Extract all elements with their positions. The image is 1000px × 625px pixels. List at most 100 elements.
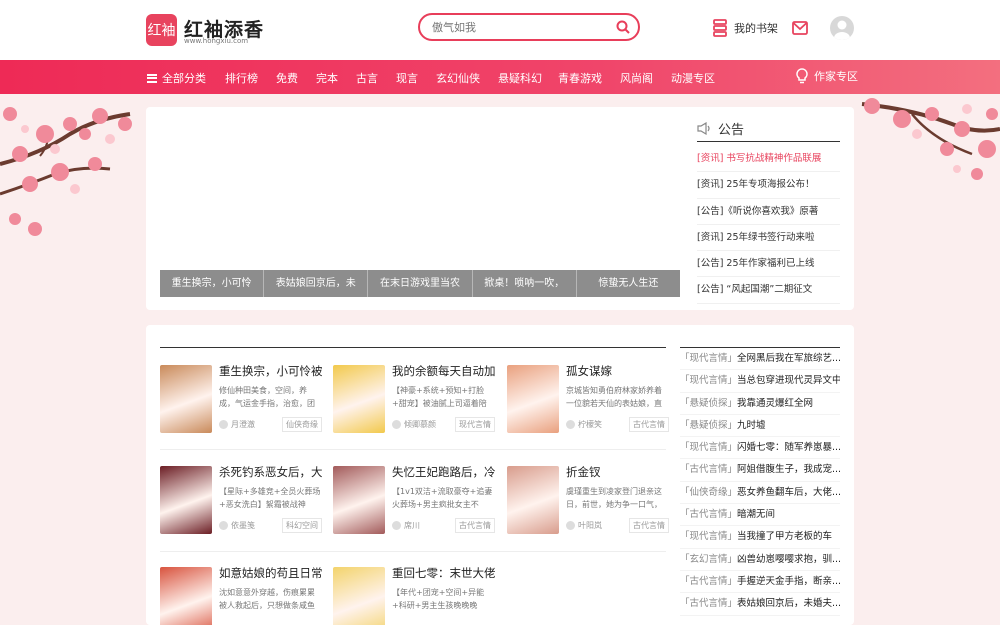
ranking-item[interactable]: 「现代言情」当总包穿进现代灵异文中 xyxy=(680,370,840,393)
ranking-category[interactable]: 「古代言情」 xyxy=(680,576,737,587)
book-cover[interactable] xyxy=(160,567,212,625)
book-title[interactable]: 孤女谋嫁 xyxy=(566,363,669,379)
book-card[interactable]: 杀死钓系恶女后，大 【星际+多雄竞+全员火葬场+恶女洗白】絮霜被战神 依墨笺 科幻空间 xyxy=(160,464,322,546)
notice-item[interactable]: [公告] 25年作家福利已上线 xyxy=(697,251,840,278)
book-title[interactable]: 重回七零：末世大佬 xyxy=(392,565,495,581)
nav-item-ancient[interactable]: 古言 xyxy=(356,70,378,86)
nav-item-anime[interactable]: 动漫专区 xyxy=(671,70,715,86)
book-author[interactable]: 叶阳岚 xyxy=(566,520,602,531)
book-card[interactable]: 孤女谋嫁 京城皆知勇伯府林家娇养着一位貌若天仙的表姑娘，直 柠檬笑 古代言情 xyxy=(507,363,669,445)
ranking-title[interactable]: 手握逆天金手指，断亲... xyxy=(737,576,840,587)
ranking-item[interactable]: 「现代言情」闪婚七零：随军养崽暴... xyxy=(680,437,840,460)
book-title[interactable]: 我的余额每天自动加 xyxy=(392,363,495,379)
bookshelf-link[interactable]: 我的书架 xyxy=(712,19,778,37)
notice-item[interactable]: [资讯] 25年专项海报公布！ xyxy=(697,172,840,199)
book-author[interactable]: 倾卿慕颜 xyxy=(392,419,436,430)
book-author[interactable]: 席川 xyxy=(392,520,420,531)
mail-icon[interactable] xyxy=(792,21,808,35)
nav-item-ranking[interactable]: 排行榜 xyxy=(225,70,258,86)
banner-tab[interactable]: 重生换宗，小可怜 xyxy=(160,270,265,297)
nav-all-categories[interactable]: 全部分类 xyxy=(147,70,206,86)
book-genre-tag[interactable]: 仙侠奇缘 xyxy=(282,417,322,432)
nav-item-modern[interactable]: 现言 xyxy=(396,70,418,86)
book-cover[interactable] xyxy=(333,365,385,433)
nav-writer-zone[interactable]: 作家专区 xyxy=(795,68,858,84)
ranking-item[interactable]: 「仙侠奇缘」恶女养鱼翻车后，大佬... xyxy=(680,482,840,505)
book-author[interactable]: 月澄澈 xyxy=(219,419,255,430)
nav-item-fashion[interactable]: 风尚阁 xyxy=(620,70,653,86)
ranking-item[interactable]: 「玄幻言情」凶兽幼崽嘤嘤求抱，驯... xyxy=(680,549,840,571)
book-cover[interactable] xyxy=(507,365,559,433)
book-title[interactable]: 折金钗 xyxy=(566,464,669,480)
book-cover[interactable] xyxy=(333,567,385,625)
book-genre-tag[interactable]: 古代言情 xyxy=(629,518,669,533)
book-cover[interactable] xyxy=(333,466,385,534)
banner-tab[interactable]: 在末日游戏里当农 xyxy=(368,270,473,297)
notice-item[interactable]: [资讯] 25年绿书签行动来啦 xyxy=(697,225,840,252)
ranking-title[interactable]: 表姑娘回京后，未婚夫... xyxy=(737,598,840,609)
book-cover[interactable] xyxy=(507,466,559,534)
ranking-category[interactable]: 「仙侠奇缘」 xyxy=(680,487,737,498)
book-cover[interactable] xyxy=(160,365,212,433)
ranking-title[interactable]: 当总包穿进现代灵异文中 xyxy=(737,375,840,386)
ranking-category[interactable]: 「现代言情」 xyxy=(680,353,737,364)
book-title[interactable]: 重生换宗，小可怜被 xyxy=(219,363,322,379)
ranking-item[interactable]: 「现代言情」当我撞了甲方老板的车 xyxy=(680,526,840,549)
book-card[interactable]: 折金钗 虞瑾重生到凌家登门退亲这日，前世，她为争一口气， 叶阳岚 古代言情 xyxy=(507,464,669,546)
logo-mark[interactable]: 红袖 xyxy=(146,14,177,46)
ranking-title[interactable]: 闪婚七零：随军养崽暴... xyxy=(737,442,840,453)
book-genre-tag[interactable]: 科幻空间 xyxy=(282,518,322,533)
banner-tab[interactable]: 表姑娘回京后，未 xyxy=(264,270,369,297)
book-author[interactable]: 依墨笺 xyxy=(219,520,255,531)
ranking-title[interactable]: 暗潮无间 xyxy=(737,509,775,520)
nav-item-fantasy[interactable]: 玄幻仙侠 xyxy=(436,70,480,86)
avatar[interactable] xyxy=(830,16,854,40)
nav-item-free[interactable]: 免费 xyxy=(276,70,298,86)
book-card[interactable]: 失忆王妃跑路后，冷 【1v1双洁+流取豪夺+追妻火葬场+男主疯批女主不 席川 古代言情 xyxy=(333,464,495,546)
ranking-category[interactable]: 「现代言情」 xyxy=(680,531,737,542)
ranking-category[interactable]: 「悬疑侦探」 xyxy=(680,398,737,409)
ranking-title[interactable]: 当我撞了甲方老板的车 xyxy=(737,531,832,542)
banner-tab[interactable]: 掀桌！唢呐一吹， xyxy=(473,270,577,297)
book-card[interactable]: 我的余额每天自动加 【神豪+系统+预知+打脸+甜宠】被油腻上司逼着陪 倾卿慕颜 现代言… xyxy=(333,363,495,445)
book-card[interactable]: 如意姑娘的苟且日常 沈如意意外穿越，伤痕累累被人救起后，只想做条咸鱼 xyxy=(160,565,322,625)
ranking-item[interactable]: 「古代言情」手握逆天金手指，断亲... xyxy=(680,571,840,594)
notice-item[interactable]: [资讯] 书写抗战精神作品联展 xyxy=(697,146,840,173)
ranking-title[interactable]: 恶女养鱼翻车后，大佬... xyxy=(737,487,840,498)
ranking-item[interactable]: 「古代言情」阿姐借腹生子，我成宠... xyxy=(680,459,840,482)
ranking-category[interactable]: 「古代言情」 xyxy=(680,598,737,609)
ranking-title[interactable]: 阿姐借腹生子，我成宠... xyxy=(737,464,840,475)
banner-tab[interactable]: 惊蛰无人生还 xyxy=(577,270,680,297)
ranking-category[interactable]: 「现代言情」 xyxy=(680,442,737,453)
book-genre-tag[interactable]: 古代言情 xyxy=(629,417,669,432)
book-author[interactable]: 柠檬笑 xyxy=(566,419,602,430)
book-card[interactable]: 重生换宗，小可怜被 修仙种田美食，空间，养成，气运金手指，治愈，团 月澄澈 仙侠奇缘 xyxy=(160,363,322,445)
nav-item-mystery[interactable]: 悬疑科幻 xyxy=(498,70,542,86)
nav-item-youth-game[interactable]: 青春游戏 xyxy=(558,70,602,86)
ranking-title[interactable]: 我靠通灵爆红全网 xyxy=(737,398,813,409)
book-genre-tag[interactable]: 古代言情 xyxy=(455,518,495,533)
ranking-item[interactable]: 「古代言情」表姑娘回京后，未婚夫... xyxy=(680,593,840,616)
ranking-category[interactable]: 「玄幻言情」 xyxy=(680,554,737,565)
ranking-category[interactable]: 「现代言情」 xyxy=(680,375,737,386)
search-icon[interactable] xyxy=(616,20,630,34)
ranking-category[interactable]: 「古代言情」 xyxy=(680,509,737,520)
nav-item-finished[interactable]: 完本 xyxy=(316,70,338,86)
search-input[interactable] xyxy=(432,19,612,35)
book-title[interactable]: 杀死钓系恶女后，大 xyxy=(219,464,322,480)
ranking-item[interactable]: 「古代言情」暗潮无间 xyxy=(680,504,840,527)
ranking-category[interactable]: 「古代言情」 xyxy=(680,464,737,475)
ranking-title[interactable]: 九时墟 xyxy=(737,420,766,431)
book-cover[interactable] xyxy=(160,466,212,534)
ranking-item[interactable]: 「现代言情」全网黑后我在军旅综艺... xyxy=(680,348,840,371)
book-card[interactable]: 重回七零：末世大佬 【年代+团宠+空间+异能+科研+男主生孩晚晚晚 xyxy=(333,565,495,625)
notice-item[interactable]: [公告]《听说你喜欢我》原著 xyxy=(697,199,840,225)
ranking-title[interactable]: 凶兽幼崽嘤嘤求抱，驯... xyxy=(737,554,840,565)
ranking-item[interactable]: 「悬疑侦探」我靠通灵爆红全网 xyxy=(680,393,840,415)
ranking-title[interactable]: 全网黑后我在军旅综艺... xyxy=(737,353,840,364)
notice-item[interactable]: [公告] “风起国潮”二期征文 xyxy=(697,277,840,304)
book-title[interactable]: 失忆王妃跑路后，冷 xyxy=(392,464,495,480)
book-title[interactable]: 如意姑娘的苟且日常 xyxy=(219,565,322,581)
ranking-item[interactable]: 「悬疑侦探」九时墟 xyxy=(680,415,840,438)
ranking-category[interactable]: 「悬疑侦探」 xyxy=(680,420,737,431)
